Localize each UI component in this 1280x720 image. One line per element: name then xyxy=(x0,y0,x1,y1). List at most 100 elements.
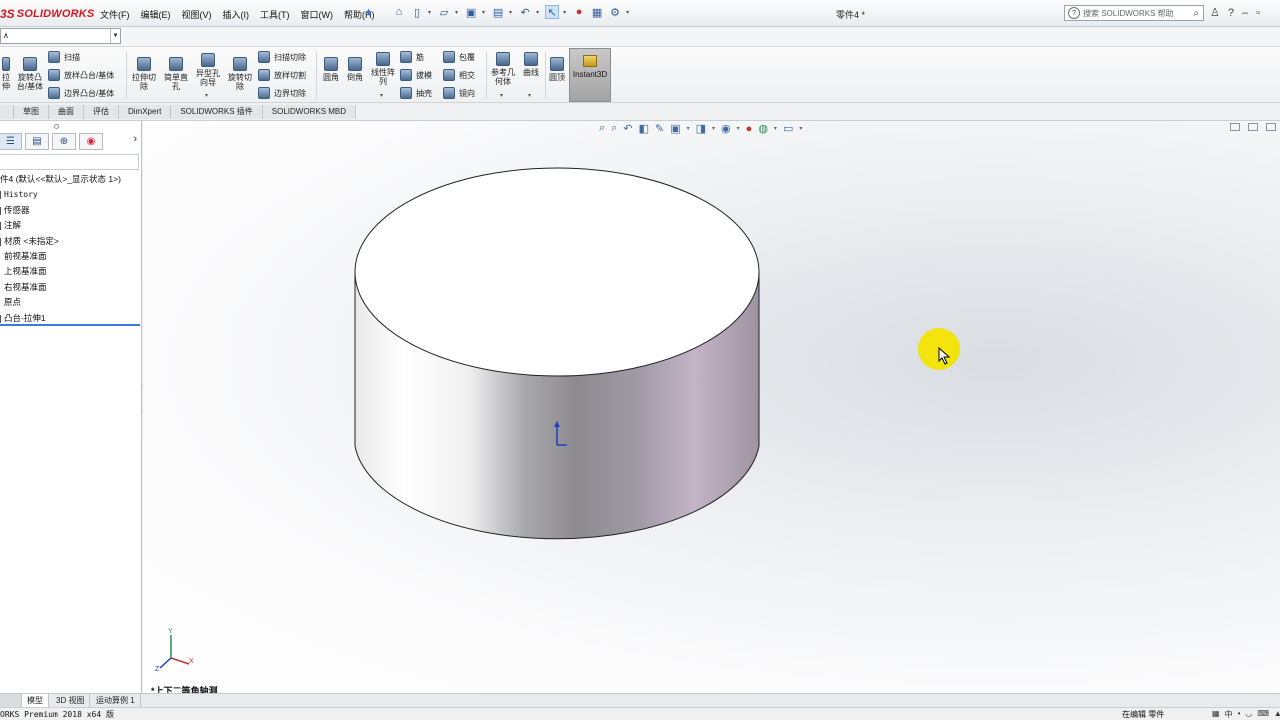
shell-button[interactable]: 抽壳 xyxy=(400,87,432,99)
simple-hole-button[interactable]: 简单直孔 xyxy=(161,57,191,91)
tree-item-boss-extrude[interactable]: 凸台-拉伸1 xyxy=(0,311,140,326)
curves-dropdown-icon[interactable]: ▾ xyxy=(528,92,531,99)
hole-wizard-button[interactable]: 异型孔向导 xyxy=(193,53,223,87)
open-dropdown-icon[interactable]: ▾ xyxy=(455,9,458,16)
panel-splitter-handle[interactable] xyxy=(54,124,59,129)
open-folder-icon[interactable]: ▱ xyxy=(437,5,451,19)
feature-tree-tab-icon[interactable]: ☰ xyxy=(0,132,22,150)
tab-3d-views[interactable]: 3D 视图 xyxy=(51,694,91,707)
tab-sketch[interactable]: 草图 xyxy=(14,105,49,119)
curves-button[interactable]: 曲线 xyxy=(519,52,543,77)
menu-tools[interactable]: 工具(T) xyxy=(260,8,290,21)
revolve-cut-button[interactable]: 旋转切除 xyxy=(225,57,255,91)
instant3d-button[interactable]: Instant3D xyxy=(569,48,611,102)
punctuation-icon[interactable]: • xyxy=(1238,709,1241,720)
undo-icon[interactable]: ↶ xyxy=(518,5,532,19)
rebuild-icon[interactable]: ● xyxy=(572,5,586,19)
fillet-button[interactable]: 圆角 xyxy=(320,57,342,82)
boundary-cut-button[interactable]: 边界切除 xyxy=(258,87,306,99)
feature-tree-filter[interactable] xyxy=(0,154,139,170)
menu-edit[interactable]: 编辑(E) xyxy=(141,8,171,21)
help-icon[interactable]: ? xyxy=(1228,7,1234,19)
undo-dropdown-icon[interactable]: ▾ xyxy=(536,9,539,16)
draft-button[interactable]: 拔模 xyxy=(400,69,432,81)
rib-button[interactable]: 筋 xyxy=(400,51,424,63)
dome-button[interactable]: 圆顶 xyxy=(546,57,568,82)
tree-root[interactable]: 件4 (默认<<默认>_显示状态 1>) xyxy=(0,172,140,187)
tree-expander-icon[interactable] xyxy=(0,191,3,200)
file-properties-icon[interactable]: ▦ xyxy=(590,5,604,19)
chevron-right-icon[interactable]: › xyxy=(133,133,137,145)
save-icon[interactable]: ▣ xyxy=(464,5,478,19)
wrap-button[interactable]: 包覆 xyxy=(443,51,475,63)
select-dropdown-icon[interactable]: ▾ xyxy=(563,9,566,16)
tab-features[interactable] xyxy=(0,105,14,119)
tab-surfaces[interactable]: 曲面 xyxy=(49,105,84,119)
keyboard-icon[interactable]: ⌨ xyxy=(1257,709,1269,720)
tree-item-right-plane[interactable]: 右视基准面 xyxy=(0,280,140,295)
menu-view[interactable]: 视图(V) xyxy=(182,8,212,21)
help-search-box[interactable]: ? 搜索 SOLIDWORKS 帮助 ⌕ xyxy=(1064,5,1204,21)
configuration-manager-tab-icon[interactable]: ⊕ xyxy=(52,132,76,150)
pin-menu-icon[interactable]: ✦ xyxy=(364,6,373,19)
select-cursor-icon[interactable]: ↖ xyxy=(545,5,560,19)
tree-item-front-plane[interactable]: 前视基准面 xyxy=(0,249,140,264)
home-icon[interactable]: ⌂ xyxy=(392,5,406,19)
input-mode-icon[interactable]: ◡ xyxy=(1245,709,1252,720)
pattern-dropdown-icon[interactable]: ▾ xyxy=(380,92,383,99)
tree-expander-icon[interactable] xyxy=(0,314,3,323)
property-manager-tab-icon[interactable]: ▤ xyxy=(25,132,49,150)
extrude-cut-button[interactable]: 拉伸切除 xyxy=(129,57,159,91)
linear-pattern-button[interactable]: 线性阵列 xyxy=(369,52,397,86)
tree-expander-icon[interactable] xyxy=(0,206,3,215)
lofted-cut-button[interactable]: 放样切割 xyxy=(258,69,306,81)
minimize-icon[interactable]: – xyxy=(1242,7,1248,19)
tab-dimxpert[interactable]: DimXpert xyxy=(119,105,172,119)
tree-item-history[interactable]: History xyxy=(0,187,140,202)
tab-scroll-arrows-icon[interactable] xyxy=(0,694,22,707)
reference-geometry-button[interactable]: 参考几何体 xyxy=(489,52,517,86)
new-document-icon[interactable]: ▯ xyxy=(410,5,424,19)
tab-addins[interactable]: SOLIDWORKS 插件 xyxy=(171,105,263,119)
boss-extrude-button[interactable]: 拉伸凸台/基体 xyxy=(0,57,12,91)
print-icon[interactable]: ▤ xyxy=(491,5,505,19)
tab-mbd[interactable]: SOLIDWORKS MBD xyxy=(262,105,357,119)
settings-small-icon[interactable]: ▲ xyxy=(1274,709,1280,720)
user-icon[interactable]: ♙ xyxy=(1210,6,1220,19)
save-dropdown-icon[interactable]: ▾ xyxy=(482,9,485,16)
intersect-button[interactable]: 相交 xyxy=(443,69,475,81)
mirror-button[interactable]: 镜向 xyxy=(443,87,475,99)
tab-model[interactable]: 模型 xyxy=(22,694,49,707)
ref-geometry-dropdown-icon[interactable]: ▾ xyxy=(500,92,503,99)
tree-item-material[interactable]: 材质 <未指定> xyxy=(0,234,140,249)
graphics-viewport[interactable]: ⌕ ⌕ ↶ ◧ ✎ ▣ ▾ ◨ ▾ ◉ ▾ ● ◍ ▾ ▭ ▾ Y X Z *上… xyxy=(143,121,1280,693)
search-icon[interactable]: ⌕ xyxy=(1193,8,1199,19)
tab-evaluate[interactable]: 评估 xyxy=(84,105,119,119)
tab-motion-study[interactable]: 运动算例 1 xyxy=(91,694,141,707)
options-dropdown-icon[interactable]: ▾ xyxy=(626,9,629,16)
menu-window[interactable]: 窗口(W) xyxy=(301,8,334,21)
ime-indicator[interactable]: 中 xyxy=(1225,709,1233,720)
search-input[interactable]: 搜索 SOLIDWORKS 帮助 xyxy=(1083,8,1193,19)
tree-item-origin[interactable]: 原点 xyxy=(0,295,140,310)
loft-button[interactable]: 放样凸台/基体 xyxy=(48,69,114,81)
boundary-boss-button[interactable]: 边界凸台/基体 xyxy=(48,87,114,99)
options-gear-icon[interactable]: ⚙ xyxy=(608,5,622,19)
chamfer-button[interactable]: 倒角 xyxy=(344,57,366,82)
print-dropdown-icon[interactable]: ▾ xyxy=(509,9,512,16)
configuration-select[interactable]: ∧ ▼ xyxy=(0,28,121,44)
revolve-boss-button[interactable]: 旋转凸台/基体 xyxy=(14,57,46,91)
menu-file[interactable]: 文件(F) xyxy=(100,8,130,21)
menu-insert[interactable]: 插入(I) xyxy=(223,8,250,21)
tree-expander-icon[interactable] xyxy=(0,237,3,246)
swept-cut-button[interactable]: 扫描切除 xyxy=(258,51,306,63)
chevron-down-icon[interactable]: ▼ xyxy=(110,29,120,43)
tree-expander-icon[interactable] xyxy=(0,222,3,231)
solidworks-logo[interactable]: 3S SOLIDWORKS xyxy=(0,6,94,22)
display-manager-tab-icon[interactable]: ◉ xyxy=(79,132,103,150)
tree-item-annotations[interactable]: 注解 xyxy=(0,218,140,233)
sweep-button[interactable]: 扫描 xyxy=(48,51,80,63)
model-cylinder[interactable] xyxy=(143,121,1280,693)
hole-wizard-dropdown-icon[interactable]: ▾ xyxy=(205,92,208,99)
restore-icon[interactable]: ▫ xyxy=(1256,7,1260,19)
